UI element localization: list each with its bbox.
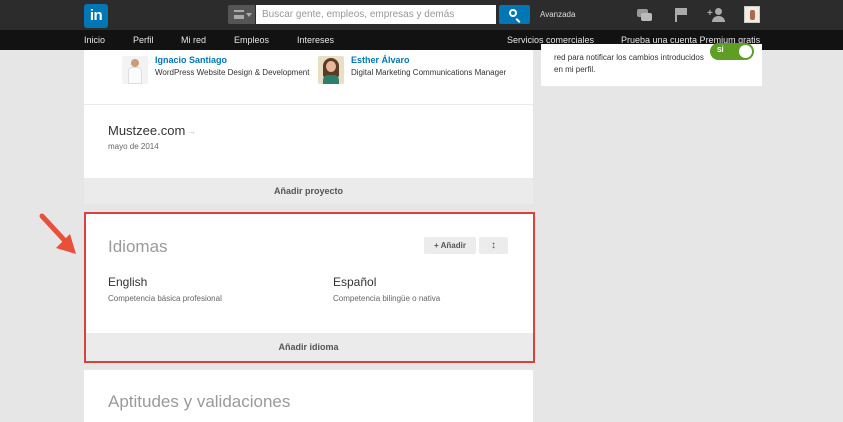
member-photo <box>122 56 148 84</box>
language-name: Español <box>333 275 377 289</box>
member-photo <box>318 56 344 84</box>
notifications-flag-icon[interactable] <box>672 6 690 24</box>
add-language-button[interactable]: + Añadir <box>424 237 476 254</box>
project-member[interactable]: Esther Álvaro Digital Marketing Communic… <box>318 54 512 84</box>
divider <box>84 104 533 105</box>
chevron-down-icon <box>246 13 252 17</box>
add-connections-icon[interactable]: + <box>707 6 725 24</box>
member-name[interactable]: Esther Álvaro <box>351 55 410 65</box>
search-button[interactable] <box>499 5 530 24</box>
red-arrow-annotation <box>39 213 76 254</box>
notify-toggle[interactable]: SÍ <box>710 43 754 60</box>
project-title[interactable]: Mustzee.com <box>108 123 185 138</box>
add-project-button[interactable]: Añadir proyecto <box>84 178 533 204</box>
skills-section-title: Aptitudes y validaciones <box>108 392 291 411</box>
toggle-label: SÍ <box>717 47 724 54</box>
language-name: English <box>108 275 148 289</box>
member-title: WordPress Website Design & Development <box>155 68 310 77</box>
languages-section-title: Idiomas <box>108 237 168 256</box>
nav-item-mi-red[interactable]: Mi red <box>181 35 206 45</box>
nav-item-inicio[interactable]: Inicio <box>84 35 105 45</box>
add-language-bar-button[interactable]: Añadir idioma <box>84 333 533 362</box>
advanced-search-link[interactable]: Avanzada <box>540 10 575 19</box>
up-down-arrow-icon: ↕ <box>491 240 496 251</box>
project-date: mayo de 2014 <box>108 142 159 151</box>
language-proficiency: Competencia básica profesional <box>108 294 222 303</box>
avatar[interactable] <box>744 6 760 23</box>
nav-item-empleos[interactable]: Empleos <box>234 35 269 45</box>
nav-item-perfil[interactable]: Perfil <box>133 35 154 45</box>
notify-description: red para notificar los cambios introduci… <box>554 53 704 74</box>
project-member[interactable]: Ignacio Santiago WordPress Website Desig… <box>122 54 316 84</box>
toggle-knob <box>739 45 752 58</box>
linkedin-logo[interactable]: in <box>84 4 108 28</box>
member-title: Digital Marketing Communications Manager <box>351 68 507 77</box>
external-link-arrow-icon[interactable]: → <box>187 126 196 136</box>
search-input[interactable] <box>256 5 496 24</box>
search-category-dropdown[interactable] <box>228 5 255 24</box>
messages-icon[interactable] <box>636 6 654 24</box>
list-icon <box>234 10 244 19</box>
language-proficiency: Competencia bilingüe o nativa <box>333 294 441 303</box>
search-icon <box>509 9 517 17</box>
nav-item-intereses[interactable]: Intereses <box>297 35 334 45</box>
member-name[interactable]: Ignacio Santiago <box>155 55 227 65</box>
top-bar: in Avanzada + <box>0 0 843 30</box>
reorder-languages-button[interactable]: ↕ <box>479 237 508 254</box>
